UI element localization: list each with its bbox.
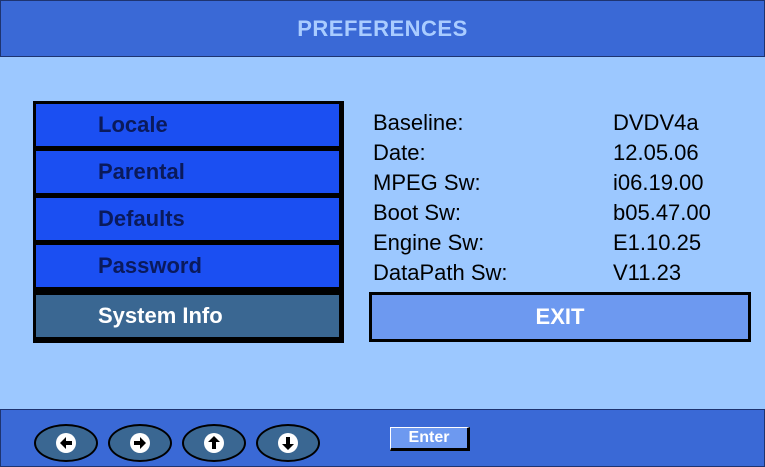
up-arrow-icon [204, 433, 224, 453]
menu-item-label: Password [98, 253, 202, 278]
info-key: Boot Sw: [373, 200, 462, 225]
info-value: 12.05.06 [613, 140, 699, 165]
info-value: V11.23 [613, 260, 682, 285]
info-key: Date: [373, 140, 426, 165]
menu-item-label: Defaults [98, 206, 185, 231]
menu-item-locale[interactable]: Locale [36, 104, 339, 146]
up-arrow-button[interactable] [182, 424, 246, 462]
info-row-baseline: Baseline: DVDV4a [373, 108, 743, 138]
menu-item-label: Parental [98, 159, 185, 184]
down-arrow-button[interactable] [256, 424, 320, 462]
info-key: DataPath Sw: [373, 260, 508, 285]
down-arrow-icon [278, 433, 298, 453]
preferences-menu: Locale Parental Defaults Password System… [33, 101, 344, 343]
info-key: Baseline: [373, 110, 464, 135]
enter-button[interactable]: Enter [390, 427, 470, 451]
info-key: MPEG Sw: [373, 170, 481, 195]
left-arrow-icon [56, 433, 76, 453]
left-arrow-button[interactable] [34, 424, 98, 462]
info-value: b05.47.00 [613, 200, 711, 225]
info-row-engine-sw: Engine Sw: E1.10.25 [373, 228, 743, 258]
right-arrow-button[interactable] [108, 424, 172, 462]
title-bar: PREFERENCES [0, 0, 765, 57]
info-row-date: Date: 12.05.06 [373, 138, 743, 168]
system-info-panel: Baseline: DVDV4a Date: 12.05.06 MPEG Sw:… [373, 108, 743, 288]
menu-item-label: Locale [98, 112, 168, 137]
info-value: i06.19.00 [613, 170, 704, 195]
right-arrow-icon [130, 433, 150, 453]
menu-item-defaults[interactable]: Defaults [36, 198, 339, 240]
menu-item-password[interactable]: Password [36, 245, 339, 287]
menu-item-parental[interactable]: Parental [36, 151, 339, 193]
info-row-datapath-sw: DataPath Sw: V11.23 [373, 258, 743, 288]
info-row-mpeg-sw: MPEG Sw: i06.19.00 [373, 168, 743, 198]
exit-button[interactable]: EXIT [369, 292, 751, 342]
menu-item-system-info[interactable]: System Info [36, 295, 339, 337]
navigation-bar: Enter [0, 409, 765, 467]
page-title: PREFERENCES [297, 15, 468, 41]
enter-button-label: Enter [408, 429, 450, 446]
exit-button-label: EXIT [535, 304, 585, 329]
menu-item-label: System Info [98, 303, 223, 328]
info-value: E1.10.25 [613, 230, 702, 255]
info-key: Engine Sw: [373, 230, 485, 255]
info-row-boot-sw: Boot Sw: b05.47.00 [373, 198, 743, 228]
info-value: DVDV4a [613, 110, 699, 135]
